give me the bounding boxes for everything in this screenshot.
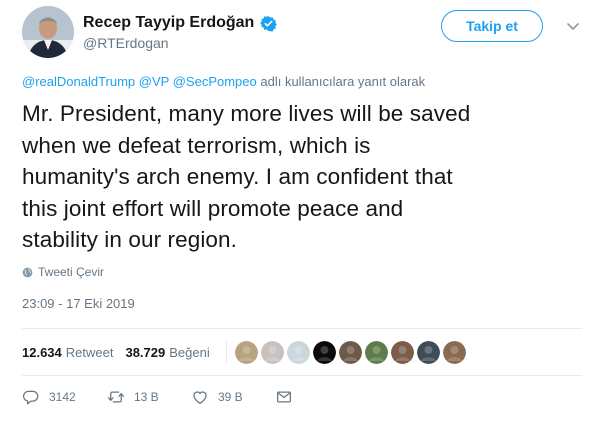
tweet-actions: 3142 13 B 39 B — [22, 385, 293, 409]
verified-badge-icon — [260, 15, 278, 32]
translate-tweet-link[interactable]: Tweeti Çevir — [22, 265, 104, 279]
heart-icon — [193, 391, 207, 405]
retweet-label: Retweet — [65, 344, 114, 360]
liker-avatar-5[interactable] — [338, 340, 362, 364]
retweet-count: 12.634 — [22, 344, 62, 360]
tweet-text-line: Mr. President, many more lives will be s… — [22, 101, 471, 126]
tweet-stats: 12.634 Retweet 38.729 Beğeni — [22, 330, 466, 374]
direct-message-button[interactable] — [275, 388, 293, 406]
like-action-count: 39 B — [218, 390, 243, 404]
liker-avatar-4[interactable] — [312, 340, 336, 364]
reply-count: 3142 — [49, 390, 76, 404]
stats-separator — [225, 341, 227, 363]
liker-avatar-8[interactable] — [416, 340, 440, 364]
tweet-text-line: when we defeat terrorism, which is — [22, 132, 371, 158]
retweet-icon — [107, 391, 125, 403]
reply-context: @realDonaldTrump @VP @SecPompeo adlı kul… — [22, 74, 425, 89]
like-count: 38.729 — [125, 344, 166, 360]
envelope-icon — [276, 391, 292, 403]
mention-link[interactable]: @realDonaldTrump — [22, 74, 135, 89]
liker-avatar-7[interactable] — [390, 340, 414, 364]
divider — [22, 375, 582, 376]
retweet-button[interactable]: 13 B — [107, 388, 191, 406]
liker-avatar-1[interactable] — [234, 340, 258, 364]
liker-avatars — [234, 340, 466, 364]
chevron-down-icon[interactable] — [565, 18, 581, 34]
tweet-text-line: this joint effort will promote peace and — [22, 195, 404, 221]
like-label: Beğeni — [169, 344, 210, 360]
mention-link[interactable]: @VP — [139, 74, 169, 89]
user-name[interactable]: Recep Tayyip Erdoğan — [83, 14, 254, 32]
liker-avatar-3[interactable] — [286, 340, 310, 364]
mention-link[interactable]: @SecPompeo — [173, 74, 257, 89]
translate-label[interactable]: Tweeti Çevir — [38, 265, 104, 279]
reply-icon — [22, 390, 39, 405]
liker-avatar-9[interactable] — [442, 340, 466, 364]
follow-button[interactable]: Takip et — [441, 10, 543, 42]
retweet-stat[interactable]: 12.634 Retweet — [22, 345, 113, 360]
tweet-header: Recep Tayyip Erdoğan @RTErdogan Takip et — [22, 6, 582, 58]
tweet-timestamp[interactable]: 23:09 - 17 Eki 2019 — [22, 296, 135, 311]
globe-icon — [22, 267, 33, 278]
tweet-text-line: stability in our region. — [22, 227, 238, 252]
liker-avatar-2[interactable] — [260, 340, 284, 364]
user-handle[interactable]: @RTErdogan — [83, 35, 169, 51]
retweet-action-count: 13 B — [134, 390, 159, 404]
name-row: Recep Tayyip Erdoğan — [83, 14, 278, 32]
divider — [22, 328, 582, 329]
tweet-text: Mr. President, many more lives will be s… — [22, 98, 582, 256]
liker-avatar-6[interactable] — [364, 340, 388, 364]
like-stat[interactable]: 38.729 Beğeni — [125, 345, 209, 360]
like-button[interactable]: 39 B — [191, 388, 275, 406]
reply-button[interactable]: 3142 — [22, 388, 107, 406]
user-avatar[interactable] — [22, 6, 74, 58]
reply-context-suffix: adlı kullanıcılara yanıt olarak — [260, 74, 426, 89]
tweet-text-line: humanity's arch enemy. I am confident th… — [22, 164, 453, 189]
